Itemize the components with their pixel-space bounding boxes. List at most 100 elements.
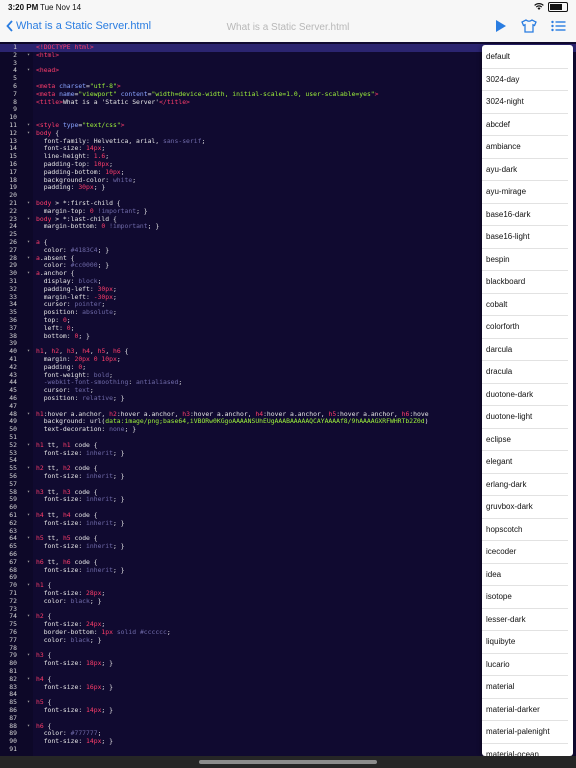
fold-arrow-icon[interactable]: ▾: [27, 239, 30, 247]
code-token: h3: [182, 409, 190, 418]
theme-item-blackboard[interactable]: blackboard: [482, 271, 568, 294]
theme-item-hopscotch[interactable]: hopscotch: [482, 519, 568, 541]
theme-item-base16-light[interactable]: base16-light: [482, 226, 568, 249]
code-token: left:: [36, 323, 67, 332]
fold-arrow-icon[interactable]: ▾: [27, 699, 30, 707]
code-token: ;: [112, 292, 117, 301]
fold-arrow-icon[interactable]: ▾: [27, 122, 30, 130]
code-token: .anchor {: [39, 269, 75, 278]
code-token: h6: [36, 721, 44, 730]
fold-arrow-icon[interactable]: ▾: [27, 676, 30, 684]
code-token: name: [59, 89, 75, 98]
code-token: font-family: Helvetica, arial,: [36, 136, 163, 145]
code-token: :hover a.anchor,: [116, 409, 183, 418]
code-token: {: [43, 698, 52, 707]
fold-arrow-icon[interactable]: ▾: [27, 255, 30, 263]
theme-item-material-ocean[interactable]: material-ocean: [482, 744, 568, 757]
theme-item-lucario[interactable]: lucario: [482, 654, 568, 676]
code-text: font-size: 16px; }: [36, 683, 113, 692]
theme-item-material-palenight[interactable]: material-palenight: [482, 721, 568, 744]
code-text: bottom: 0; }: [36, 331, 90, 341]
fold-arrow-icon[interactable]: ▾: [27, 489, 30, 497]
code-token: ): [424, 417, 429, 426]
theme-item-bespin[interactable]: bespin: [482, 249, 568, 271]
code-token: 28px: [86, 589, 102, 597]
code-token: > *:last-child {: [51, 214, 117, 223]
theme-item-isotope[interactable]: isotope: [482, 586, 568, 609]
code-token: ; }: [78, 331, 90, 340]
fold-arrow-icon[interactable]: ▾: [27, 442, 30, 450]
fold-arrow-icon[interactable]: ▾: [27, 582, 30, 590]
code-token: #cc0000: [70, 261, 98, 270]
fold-arrow-icon[interactable]: ▾: [27, 535, 30, 543]
theme-item-lesser-dark[interactable]: lesser-dark: [482, 609, 568, 631]
theme-item-material-darker[interactable]: material-darker: [482, 699, 568, 721]
code-token: h1: [36, 440, 44, 449]
fold-arrow-icon[interactable]: ▾: [27, 723, 30, 731]
theme-item-dracula[interactable]: dracula: [482, 361, 568, 384]
code-token: code {: [70, 511, 98, 519]
theme-item-gruvbox-dark[interactable]: gruvbox-dark: [482, 496, 568, 519]
code-token: ;: [201, 136, 206, 145]
theme-item-abcdef[interactable]: abcdef: [482, 114, 568, 136]
code-token: body: [36, 214, 52, 223]
theme-item-cobalt[interactable]: cobalt: [482, 294, 568, 316]
code-token: font-weight:: [36, 370, 94, 379]
fold-arrow-icon[interactable]: ▾: [27, 67, 30, 75]
fold-arrow-icon[interactable]: ▾: [27, 465, 30, 473]
theme-item-duotone-light[interactable]: duotone-light: [482, 406, 568, 429]
code-text: margin-bottom: 0 !important; }: [36, 222, 159, 231]
shirt-icon[interactable]: [521, 19, 537, 33]
theme-item-material[interactable]: material: [482, 676, 568, 699]
fold-arrow-icon[interactable]: ▾: [27, 559, 30, 567]
theme-item-elegant[interactable]: elegant: [482, 451, 568, 474]
fold-arrow-icon[interactable]: ▾: [27, 512, 30, 520]
theme-item-ambiance[interactable]: ambiance: [482, 136, 568, 159]
theme-item-default[interactable]: default: [482, 46, 568, 69]
theme-item-erlang-dark[interactable]: erlang-dark: [482, 474, 568, 496]
theme-item-idea[interactable]: idea: [482, 564, 568, 586]
code-token: ;: [89, 386, 94, 395]
fold-arrow-icon[interactable]: ▾: [27, 130, 30, 138]
code-token: padding-bottom:: [36, 167, 106, 176]
theme-item-3024-day[interactable]: 3024-day: [482, 69, 568, 91]
fold-arrow-icon[interactable]: ▾: [27, 348, 30, 356]
code-token: pointer: [74, 300, 102, 309]
code-token: !important: [109, 222, 148, 231]
code-token: h4: [82, 347, 90, 356]
code-token: ,: [105, 347, 114, 356]
fold-arrow-icon[interactable]: ▾: [27, 613, 30, 621]
code-token: "text/css": [82, 121, 121, 129]
code-token: color:: [36, 261, 71, 270]
fold-arrow-icon[interactable]: ▾: [27, 216, 30, 224]
theme-item-colorforth[interactable]: colorforth: [482, 316, 568, 339]
code-token: 14px: [86, 737, 102, 746]
theme-item-icecoder[interactable]: icecoder: [482, 541, 568, 564]
code-token: ;: [109, 160, 113, 168]
theme-item-darcula[interactable]: darcula: [482, 339, 568, 361]
fold-arrow-icon[interactable]: ▾: [27, 652, 30, 660]
code-token: black: [70, 635, 90, 644]
code-token: font-size:: [36, 144, 87, 153]
theme-item-eclipse[interactable]: eclipse: [482, 429, 568, 451]
theme-item-ayu-mirage[interactable]: ayu-mirage: [482, 181, 568, 204]
theme-item-liquibyte[interactable]: liquibyte: [482, 631, 568, 654]
fold-arrow-icon[interactable]: ▾: [27, 52, 30, 60]
fold-arrow-icon[interactable]: ▾: [27, 270, 30, 278]
code-token: tt,: [43, 557, 63, 566]
list-icon[interactable]: [551, 20, 566, 32]
fold-arrow-icon[interactable]: ▾: [27, 411, 30, 419]
code-token: tt,: [43, 511, 63, 519]
code-text: font-size: 18px; }: [36, 659, 113, 668]
fold-arrow-icon[interactable]: ▾: [27, 200, 30, 208]
theme-item-base16-dark[interactable]: base16-dark: [482, 204, 568, 226]
code-token: text-decoration:: [36, 425, 110, 434]
code-token: ; }: [112, 495, 125, 504]
theme-item-3024-night[interactable]: 3024-night: [482, 91, 568, 114]
theme-item-duotone-dark[interactable]: duotone-dark: [482, 384, 568, 406]
play-icon[interactable]: [495, 19, 507, 33]
code-token: position:: [36, 308, 83, 317]
code-token: 18px: [86, 659, 102, 668]
theme-item-ayu-dark[interactable]: ayu-dark: [482, 159, 568, 181]
status-date: Tue Nov 14: [40, 3, 82, 12]
